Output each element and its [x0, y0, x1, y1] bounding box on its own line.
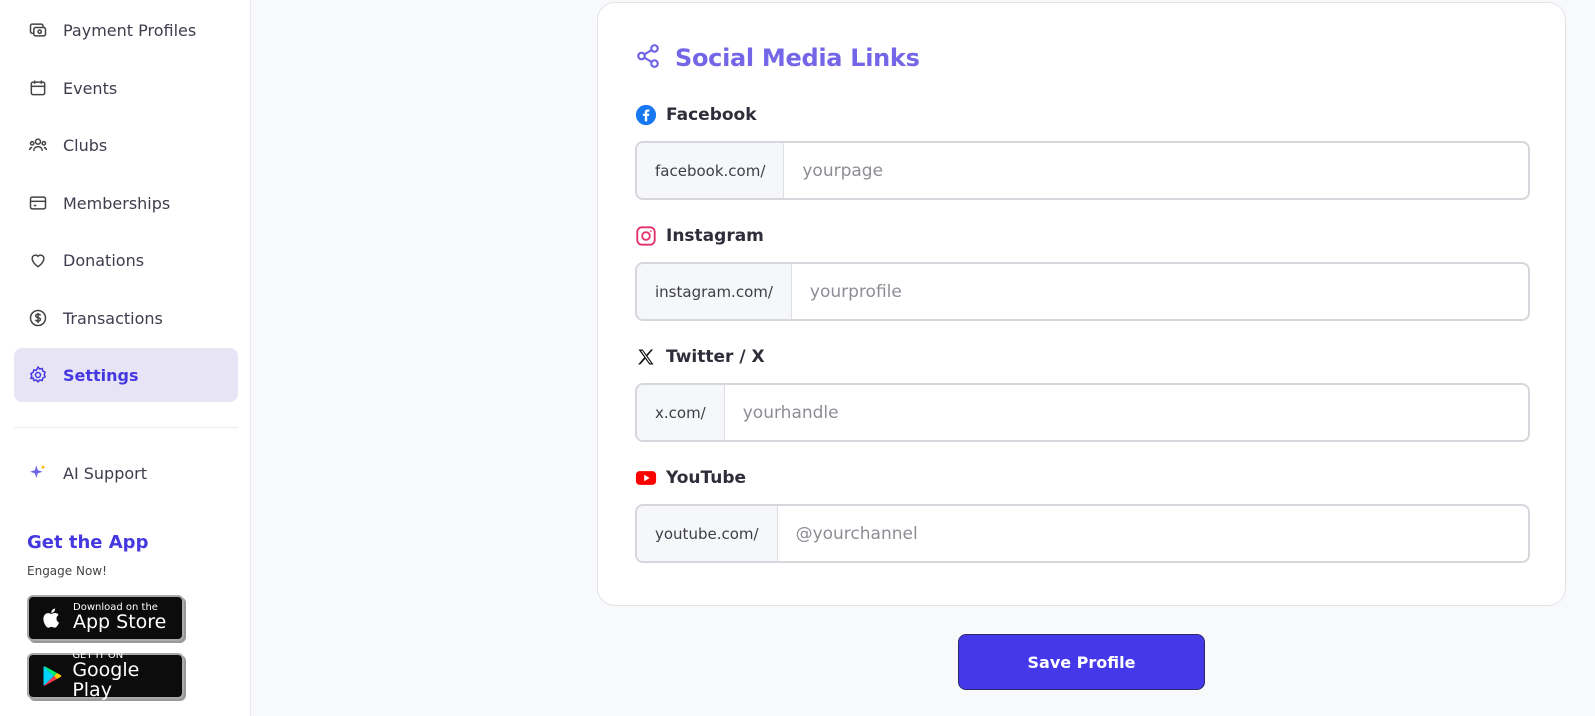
youtube-input[interactable] — [777, 506, 1528, 561]
sidebar-item-memberships[interactable]: Memberships — [14, 176, 238, 230]
google-play-big-text: Google Play — [72, 659, 140, 702]
sidebar-item-label: Donations — [63, 250, 145, 270]
google-play-button[interactable]: GET IT ON Google Play — [27, 650, 184, 702]
sidebar-item-label: Events — [63, 78, 118, 98]
share-icon — [635, 43, 661, 73]
sidebar-item-label: Memberships — [63, 193, 171, 213]
sidebar-item-events[interactable]: Events — [14, 61, 238, 115]
sidebar-item-donations[interactable]: Donations — [14, 233, 238, 287]
card-icon — [27, 192, 49, 214]
sidebar-divider — [14, 427, 238, 428]
twitter-prefix: x.com/ — [637, 385, 725, 440]
social-media-card: Social Media Links Facebook facebook.com… — [597, 2, 1566, 606]
sidebar-item-label: Payment Profiles — [63, 20, 197, 40]
google-play-icon — [39, 662, 64, 690]
users-icon — [27, 134, 49, 156]
twitter-label-text: Twitter / X — [666, 347, 765, 367]
instagram-label-text: Instagram — [666, 226, 764, 246]
sidebar-item-settings[interactable]: Settings — [14, 348, 238, 402]
instagram-label: Instagram — [635, 225, 764, 247]
facebook-label: Facebook — [635, 104, 757, 126]
sidebar-item-label: Clubs — [63, 135, 108, 155]
heart-icon — [27, 249, 49, 271]
save-profile-button[interactable]: Save Profile — [958, 634, 1205, 690]
twitter-input[interactable] — [724, 385, 1528, 440]
card-title: Social Media Links — [675, 44, 920, 72]
sidebar-item-label: Transactions — [63, 308, 163, 328]
facebook-input[interactable] — [784, 143, 1528, 198]
sidebar-item-ai-support[interactable]: AI Support — [14, 446, 238, 500]
card-header: Social Media Links — [635, 43, 920, 73]
x-icon — [635, 346, 657, 368]
instagram-input[interactable] — [791, 264, 1528, 319]
payment-icon — [27, 19, 49, 41]
dollar-circle-icon — [27, 307, 49, 329]
instagram-icon — [635, 225, 657, 247]
twitter-label: Twitter / X — [635, 346, 765, 368]
app-store-big-text: App Store — [73, 611, 167, 634]
sidebar-item-label: Settings — [63, 365, 139, 385]
facebook-input-group: facebook.com/ — [635, 141, 1530, 200]
facebook-icon — [635, 104, 657, 126]
sidebar-item-payment-profiles[interactable]: Payment Profiles — [14, 3, 238, 57]
facebook-label-text: Facebook — [666, 105, 757, 125]
youtube-icon — [635, 467, 657, 489]
sidebar: Payment Profiles Events Clubs Membership… — [0, 0, 251, 716]
calendar-icon — [27, 77, 49, 99]
app-store-button[interactable]: Download on the App Store — [27, 595, 184, 641]
facebook-prefix: facebook.com/ — [637, 143, 785, 198]
youtube-prefix: youtube.com/ — [637, 506, 778, 561]
youtube-label: YouTube — [635, 467, 746, 489]
sidebar-item-transactions[interactable]: Transactions — [14, 291, 238, 345]
get-app-title: Get the App — [27, 532, 149, 553]
twitter-input-group: x.com/ — [635, 383, 1530, 442]
gear-icon — [27, 364, 49, 386]
instagram-prefix: instagram.com/ — [637, 264, 792, 319]
youtube-label-text: YouTube — [666, 468, 747, 488]
instagram-input-group: instagram.com/ — [635, 262, 1530, 321]
sparkle-icon — [27, 462, 49, 484]
get-app-subtitle: Engage Now! — [27, 564, 107, 578]
youtube-input-group: youtube.com/ — [635, 504, 1530, 563]
sidebar-item-label: AI Support — [63, 463, 147, 483]
sidebar-item-clubs[interactable]: Clubs — [14, 118, 238, 172]
apple-icon — [39, 604, 65, 632]
